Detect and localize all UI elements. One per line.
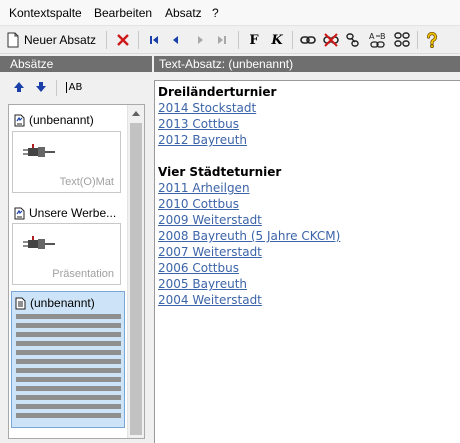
link-2004-weiterstadt[interactable]: 2004 Weiterstadt — [158, 293, 262, 307]
italic-button[interactable]: K — [266, 29, 288, 51]
link-2011-arheilgen[interactable]: 2011 Arheilgen — [158, 181, 250, 195]
first-icon — [148, 34, 160, 46]
paragraph-list[interactable]: (unbenannt) Text(O)Mat Unsere Werbe... P… — [8, 104, 145, 439]
paragraph-preview-1[interactable]: Text(O)Mat — [12, 131, 121, 193]
text-preview-lines — [16, 314, 121, 422]
paragraph-entry-title: (unbenannt) — [30, 296, 95, 310]
menu-help[interactable]: ? — [212, 6, 219, 20]
paragraph-preview-caption: Präsentation — [52, 268, 114, 280]
text-editor[interactable]: Dreiländerturnier 2014 Stockstadt 2013 C… — [154, 80, 460, 443]
menu-absatz[interactable]: Absatz — [165, 6, 202, 20]
previous-button[interactable] — [165, 29, 187, 51]
link-2008-bayreuth[interactable]: 2008 Bayreuth (5 Jahre CKCM) — [158, 229, 340, 243]
svg-text:A: A — [369, 32, 375, 41]
bold-button[interactable]: F — [243, 29, 265, 51]
link-edit-icon — [346, 32, 362, 48]
toolbar-separator — [56, 80, 57, 96]
text-paragraph-header: Text-Absatz: (unbenannt) — [154, 56, 460, 72]
paragraph-format-button[interactable]: AB — [62, 76, 86, 98]
main-toolbar: Neuer Absatz F K A B — [0, 27, 460, 54]
delete-button[interactable] — [112, 29, 134, 51]
insert-link-button[interactable] — [297, 29, 319, 51]
menu-bar: Kontextspalte Bearbeiten Absatz ? — [0, 0, 460, 26]
link-2010-cottbus[interactable]: 2010 Cottbus — [158, 197, 239, 211]
help-question-icon — [426, 32, 438, 48]
chevron-up-icon — [132, 111, 140, 116]
paragraphs-panel-header: Absätze — [0, 56, 152, 72]
arrow-down-icon — [35, 81, 47, 93]
paragraph-format-label: AB — [65, 81, 82, 93]
last-icon — [216, 34, 228, 46]
menu-bearbeiten[interactable]: Bearbeiten — [94, 6, 152, 20]
paragraph-preview-caption: Text(O)Mat — [59, 176, 114, 188]
delete-x-icon — [116, 33, 130, 47]
plug-connector-icon — [22, 234, 56, 257]
paragraph-entry-title: (unbenannt) — [29, 113, 94, 127]
paragraph-entry-2[interactable]: Unsere Werbe... — [14, 206, 116, 220]
paragraph-entry-1[interactable]: (unbenannt) — [14, 113, 94, 127]
link-list-button[interactable] — [391, 29, 413, 51]
app-window: Kontextspalte Bearbeiten Absatz ? Neuer … — [0, 0, 460, 443]
paragraph-list-scrollbar[interactable] — [127, 105, 144, 438]
link-2006-cottbus[interactable]: 2006 Cottbus — [158, 261, 239, 275]
move-up-button[interactable] — [10, 76, 28, 98]
toolbar-separator — [106, 31, 107, 49]
paragraph-entry-3-selected[interactable]: (unbenannt) — [11, 291, 125, 428]
italic-label: K — [271, 32, 283, 48]
text-paragraph-icon — [15, 297, 26, 310]
link-list-icon — [393, 31, 411, 49]
menu-kontextspalte[interactable]: Kontextspalte — [9, 6, 82, 20]
scroll-thumb[interactable] — [130, 123, 142, 435]
remove-link-button[interactable] — [320, 29, 342, 51]
section-heading: Vier Städteturnier — [158, 165, 282, 179]
new-document-icon — [6, 32, 20, 48]
toolbar-separator — [138, 31, 139, 49]
toolbar-separator — [292, 31, 293, 49]
bold-label: F — [249, 32, 259, 48]
unlink-icon — [323, 32, 339, 48]
link-paragraph-icon — [14, 207, 25, 220]
help-button[interactable] — [421, 29, 443, 51]
link-2014-stockstadt[interactable]: 2014 Stockstadt — [158, 101, 256, 115]
last-button[interactable] — [211, 29, 233, 51]
paragraph-entry-3: (unbenannt) — [15, 296, 95, 310]
first-button[interactable] — [143, 29, 165, 51]
scroll-up-button[interactable] — [128, 105, 144, 122]
next-icon — [194, 34, 206, 46]
arrow-up-icon — [13, 81, 25, 93]
toolbar-separator — [238, 31, 239, 49]
link-2013-cottbus[interactable]: 2013 Cottbus — [158, 117, 239, 131]
next-button[interactable] — [189, 29, 211, 51]
paragraph-preview-2[interactable]: Präsentation — [12, 223, 121, 285]
link-chain-icon — [300, 34, 316, 46]
link-paragraph-icon — [14, 114, 25, 127]
link-2012-bayreuth[interactable]: 2012 Bayreuth — [158, 133, 247, 147]
text-paragraph-title: Text-Absatz: (unbenannt) — [159, 57, 294, 71]
svg-text:B: B — [380, 32, 386, 41]
plug-connector-icon — [22, 142, 56, 165]
new-paragraph-button[interactable]: Neuer Absatz — [6, 29, 102, 51]
new-paragraph-label: Neuer Absatz — [24, 33, 97, 47]
link-2005-bayreuth[interactable]: 2005 Bayreuth — [158, 277, 247, 291]
link-2007-weiterstadt[interactable]: 2007 Weiterstadt — [158, 245, 262, 259]
previous-icon — [170, 34, 182, 46]
toolbar-separator — [417, 31, 418, 49]
link-replace-button[interactable]: AB — [366, 29, 390, 51]
paragraphs-toolbar: AB — [0, 72, 152, 102]
move-down-button[interactable] — [32, 76, 50, 98]
paragraphs-panel-title: Absätze — [10, 57, 54, 71]
paragraph-entry-title: Unsere Werbe... — [29, 206, 117, 220]
link-edit-button[interactable] — [343, 29, 365, 51]
link-2009-weiterstadt[interactable]: 2009 Weiterstadt — [158, 213, 262, 227]
link-replace-icon: AB — [368, 31, 388, 49]
section-heading: Dreiländerturnier — [158, 85, 277, 99]
